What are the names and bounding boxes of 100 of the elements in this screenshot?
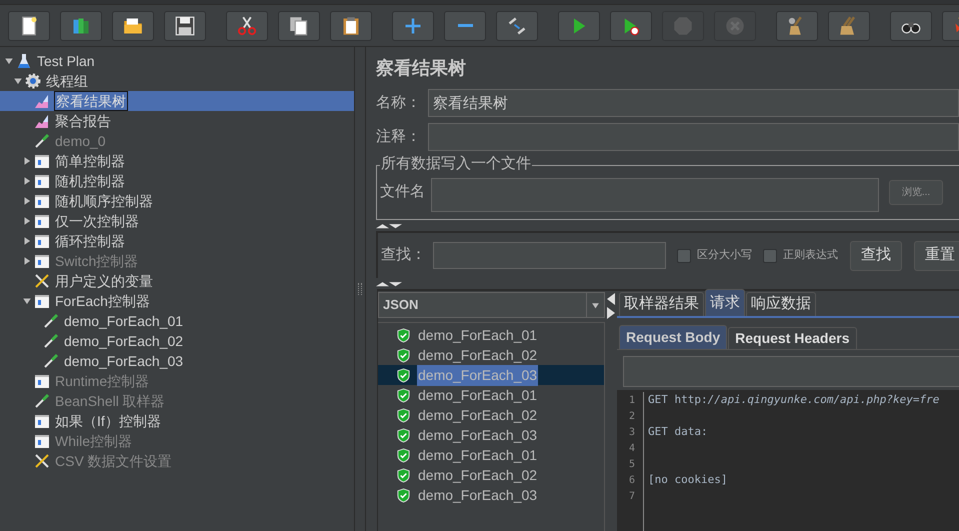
tree-item[interactable]: 察看结果树 [54,91,128,111]
line-number: 4 [628,442,636,456]
panel-title: 察看结果树 [376,57,467,81]
shield-check-icon [396,348,411,362]
result-item[interactable]: demo_ForEach_01 [417,324,538,346]
toolbar-button[interactable] [164,10,206,40]
line-number: 3 [628,426,636,440]
tree-item[interactable]: 仅一次控制器 [54,212,140,230]
result-item[interactable]: demo_ForEach_02 [417,464,538,486]
result-item[interactable]: demo_ForEach_01 [417,384,538,406]
tree-item[interactable]: 随机顺序控制器 [54,192,154,210]
tab[interactable]: Request Headers [728,327,857,349]
tree-item[interactable]: 用户定义的变量 [54,272,154,290]
window-icon [34,233,50,249]
scissors-icon [237,16,257,36]
search-button[interactable]: 重置 [914,240,959,270]
collapsed-arrow-icon[interactable] [22,216,32,226]
field-label: 文件名 [380,182,426,202]
shield-check-icon [396,448,411,462]
pipettes-icon [507,16,527,36]
tab[interactable]: 取样器结果 [619,292,704,316]
window-icon [34,173,50,189]
window-icon [34,293,50,309]
checkbox[interactable] [763,248,777,262]
browse-button[interactable]: 浏览... [889,180,943,205]
tree-item[interactable]: ForEach控制器 [54,292,151,310]
flask-icon [16,53,32,69]
chart-icon [34,113,50,129]
wrench-screwdriver-icon [34,453,50,469]
result-item[interactable]: demo_ForEach_03 [417,424,538,446]
checkbox-label: 区分大小写 [697,248,752,264]
close-icon [725,16,745,36]
result-item[interactable]: demo_ForEach_03 [417,484,538,506]
collapsed-arrow-icon[interactable] [22,156,32,166]
shield-check-icon [396,428,411,442]
result-item[interactable]: demo_ForEach_02 [417,404,538,426]
toolbar-button[interactable] [828,10,870,40]
tree-item[interactable]: 线程组 [45,72,89,90]
collapsed-arrow-icon[interactable] [22,196,32,206]
line-number: 1 [628,394,636,408]
tree-item[interactable]: 如果（If）控制器 [54,412,162,430]
renderer-dropdown[interactable]: JSON [378,292,605,318]
tree-item[interactable]: 聚合报告 [54,112,112,130]
minus-icon [458,24,472,27]
name-field[interactable]: 察看结果树 [428,89,959,117]
folder-icon [123,16,143,36]
toolbar-button[interactable] [610,10,652,40]
window-icon [34,213,50,229]
tree-item[interactable]: 随机控制器 [54,172,126,190]
toolbar-button[interactable] [226,10,268,40]
shield-check-icon [396,408,411,422]
splitter-handle[interactable] [358,283,362,295]
pipette-icon [34,133,50,149]
result-item[interactable]: demo_ForEach_01 [417,444,538,466]
toolbar-button[interactable] [330,10,372,40]
checkbox[interactable] [677,248,691,262]
toolbar-button[interactable] [776,10,818,40]
line-number: 6 [628,474,636,488]
file-name-field[interactable] [431,178,879,212]
tree-item[interactable]: demo_ForEach_02 [63,332,184,350]
expanded-arrow-icon[interactable] [13,76,23,86]
toolbar-button[interactable] [8,10,50,40]
tab[interactable]: 响应数据 [746,292,816,316]
text-field[interactable] [623,356,959,387]
checkbox-label: 正则表达式 [783,248,838,264]
tab[interactable]: Request Body [619,325,728,349]
tree-item[interactable]: 简单控制器 [54,152,126,170]
tree-item[interactable]: 循环控制器 [54,232,126,250]
pipette-icon [43,313,59,329]
collapsed-arrow-icon[interactable] [22,176,32,186]
toolbar-button[interactable] [496,10,538,40]
field-label: 名称： [376,92,422,113]
stop-sign-icon [673,16,693,36]
dropdown-arrow-icon [591,300,600,310]
comment-field[interactable] [428,123,959,151]
toolbar-button[interactable] [112,10,154,40]
toolbar-button[interactable] [890,10,932,40]
document-icon [19,16,39,36]
tree-item[interactable]: demo_ForEach_01 [63,312,184,330]
result-item[interactable]: demo_ForEach_02 [417,344,538,366]
pipette-icon [43,333,59,349]
line-number: 7 [628,490,636,504]
splitter-arrows-icon [607,293,615,319]
clipboard-icon [341,16,361,36]
expanded-arrow-icon[interactable] [22,296,32,306]
expanded-arrow-icon[interactable] [4,56,14,66]
tree-item[interactable]: Test Plan [36,52,96,70]
line-number: 2 [628,410,636,424]
search-button[interactable]: 查找 [850,240,902,270]
search-field[interactable] [433,242,666,269]
pipette-icon [34,393,50,409]
window-icon [34,253,50,269]
chart-icon [34,93,50,109]
tree-item[interactable]: demo_ForEach_03 [63,352,184,370]
toolbar-button[interactable] [278,10,320,40]
field-label: 注释： [376,126,422,147]
collapsed-arrow-icon[interactable] [22,236,32,246]
tab[interactable]: 请求 [705,289,745,316]
books-icon [71,16,91,36]
tree-row-highlight[interactable]: 察看结果树 [0,91,354,111]
